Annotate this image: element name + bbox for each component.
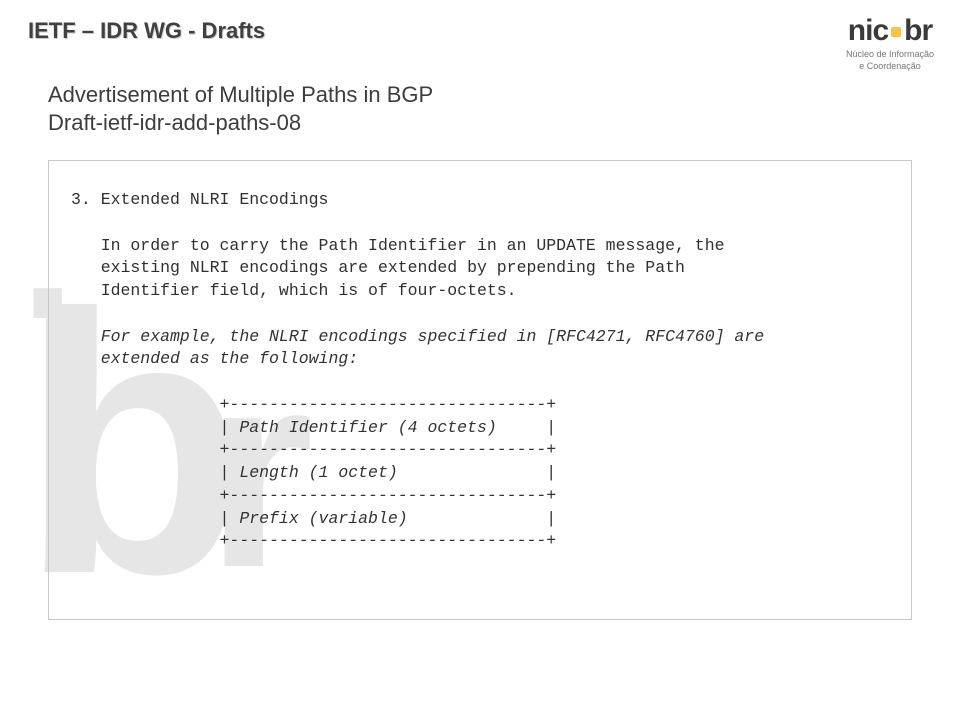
page-title: IETF – IDR WG - Drafts	[28, 18, 265, 44]
logo-dot-icon	[891, 27, 901, 37]
code-paragraph-2: For example, the NLRI encodings specifie…	[71, 327, 764, 369]
logo-text-br: br	[904, 14, 932, 47]
logo-nic-br: nicbr Núcleo de Informação e Coordenação	[846, 14, 934, 72]
slide-subtitle-1: Advertisement of Multiple Paths in BGP	[48, 82, 433, 108]
code-section-heading: 3. Extended NLRI Encodings	[71, 190, 328, 209]
slide-subtitle-2: Draft-ietf-idr-add-paths-08	[48, 110, 301, 136]
code-block: 3. Extended NLRI Encodings In order to c…	[48, 160, 912, 620]
code-paragraph-1: In order to carry the Path Identifier in…	[71, 236, 725, 301]
code-diagram: +--------------------------------+ | Pat…	[71, 395, 556, 551]
logo-subtitle-2: e Coordenação	[846, 62, 934, 72]
logo-text-nic: nic	[848, 14, 888, 47]
logo-subtitle-1: Núcleo de Informação	[846, 50, 934, 60]
